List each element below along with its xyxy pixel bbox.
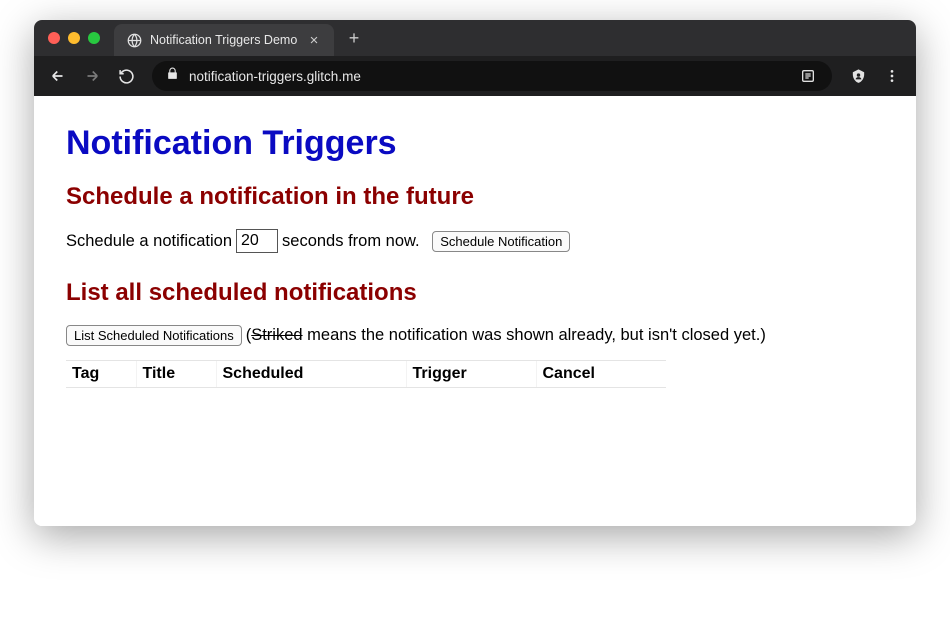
close-window-icon[interactable]	[48, 32, 60, 44]
url-text: notification-triggers.glitch.me	[189, 69, 788, 84]
striked-word: Striked	[251, 326, 302, 344]
minimize-window-icon[interactable]	[68, 32, 80, 44]
col-scheduled: Scheduled	[216, 361, 406, 388]
schedule-text-after: seconds from now.	[282, 232, 420, 251]
new-tab-button[interactable]: +	[344, 28, 364, 48]
window-controls	[48, 32, 100, 44]
lock-icon	[166, 67, 179, 85]
address-bar[interactable]: notification-triggers.glitch.me	[152, 61, 832, 91]
reload-button[interactable]	[112, 62, 140, 90]
table-header-row: Tag Title Scheduled Trigger Cancel	[66, 361, 666, 388]
hint-text: (Striked means the notification was show…	[246, 326, 766, 345]
col-trigger: Trigger	[406, 361, 536, 388]
globe-icon	[126, 32, 142, 48]
list-line: List Scheduled Notifications (Striked me…	[66, 325, 884, 346]
notifications-table: Tag Title Scheduled Trigger Cancel	[66, 360, 666, 388]
reader-mode-icon[interactable]	[798, 66, 818, 86]
back-button[interactable]	[44, 62, 72, 90]
menu-icon[interactable]	[878, 62, 906, 90]
col-tag: Tag	[66, 361, 136, 388]
schedule-text-before: Schedule a notification	[66, 232, 232, 251]
list-scheduled-button[interactable]: List Scheduled Notifications	[66, 325, 242, 346]
maximize-window-icon[interactable]	[88, 32, 100, 44]
schedule-line: Schedule a notification seconds from now…	[66, 229, 884, 253]
schedule-notification-button[interactable]: Schedule Notification	[432, 231, 570, 252]
close-tab-icon[interactable]: ×	[306, 32, 322, 48]
tab-title: Notification Triggers Demo	[150, 33, 298, 47]
section-list-heading: List all scheduled notifications	[66, 279, 884, 307]
col-title: Title	[136, 361, 216, 388]
section-schedule-heading: Schedule a notification in the future	[66, 183, 884, 211]
page-title: Notification Triggers	[66, 124, 884, 163]
forward-button[interactable]	[78, 62, 106, 90]
profile-icon[interactable]	[844, 62, 872, 90]
col-cancel: Cancel	[536, 361, 666, 388]
seconds-input[interactable]	[236, 229, 278, 253]
page-content: Notification Triggers Schedule a notific…	[34, 96, 916, 526]
browser-tab[interactable]: Notification Triggers Demo ×	[114, 24, 334, 56]
